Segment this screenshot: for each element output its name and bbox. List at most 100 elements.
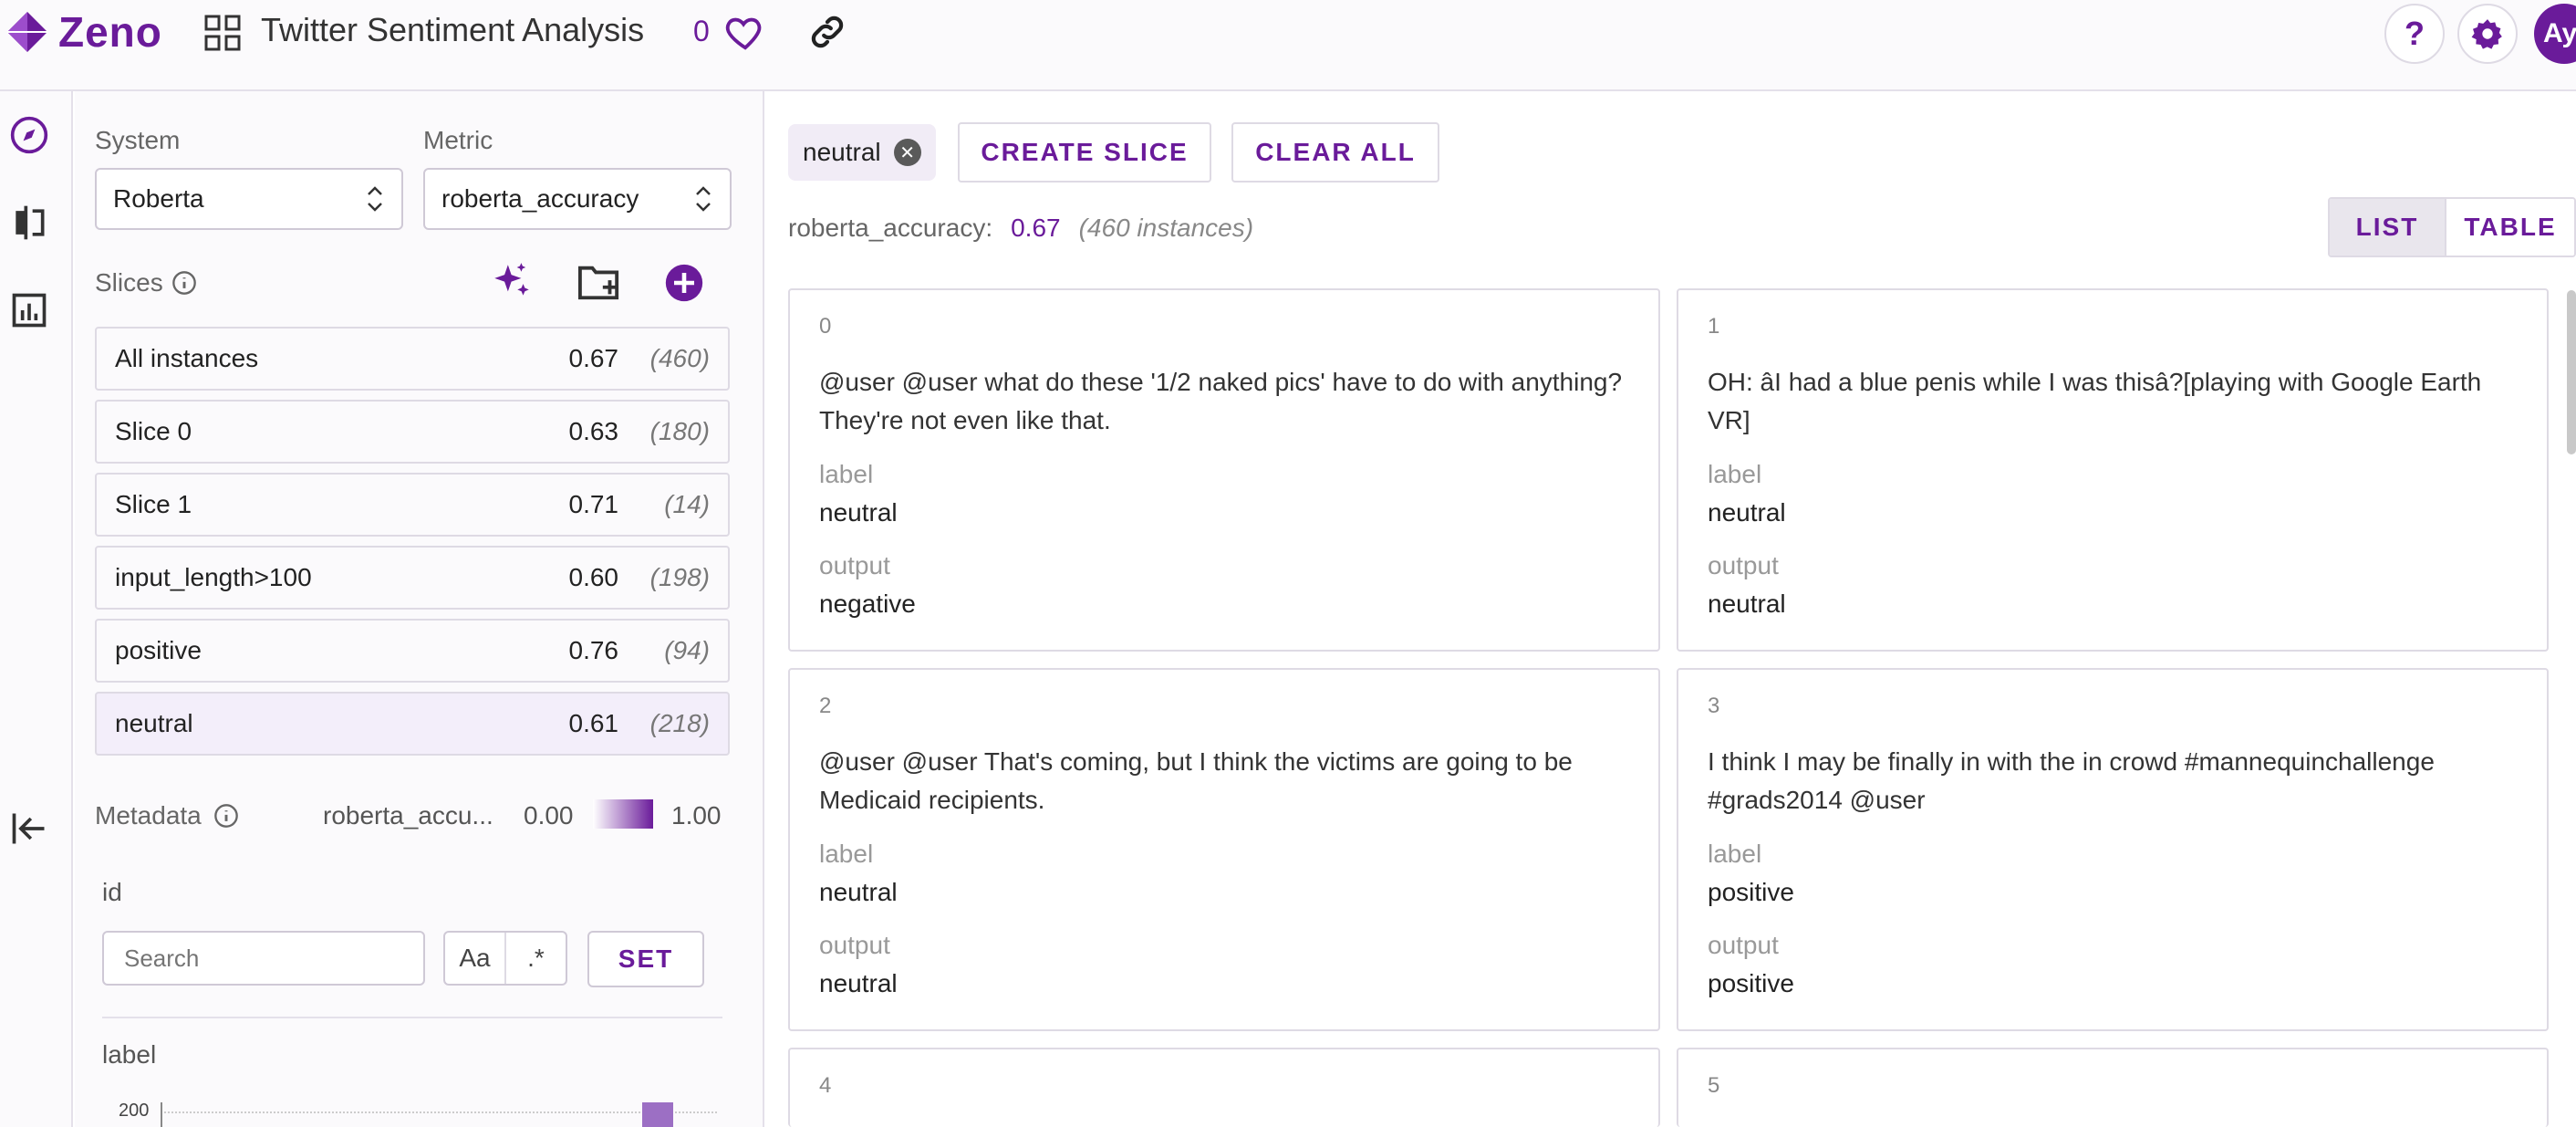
slice-name: All instances bbox=[115, 344, 259, 372]
chart-icon[interactable] bbox=[9, 290, 49, 330]
card-text: OH: âI had a blue penis while I was this… bbox=[1708, 368, 2482, 434]
card-output-title: output bbox=[1708, 931, 1779, 959]
slice-row-slice-1[interactable]: Slice 1 0.71 (14) bbox=[95, 473, 730, 537]
card-label-title: label bbox=[819, 460, 874, 488]
chart-y-axis bbox=[161, 1102, 162, 1127]
set-button[interactable]: SET bbox=[587, 931, 704, 987]
card-index: 2 bbox=[819, 694, 832, 718]
color-scale-bar bbox=[593, 799, 653, 829]
heart-icon[interactable] bbox=[724, 11, 766, 53]
id-field-label: id bbox=[102, 878, 122, 906]
metric-value: 0.67 bbox=[1011, 214, 1061, 242]
like-count: 0 bbox=[693, 15, 710, 47]
clear-all-button[interactable]: CLEAR ALL bbox=[1231, 122, 1439, 183]
instance-card[interactable]: 4 bbox=[788, 1048, 1660, 1127]
user-avatar[interactable]: Ay bbox=[2534, 4, 2576, 64]
card-label-title: label bbox=[1708, 460, 1762, 488]
project-title: Twitter Sentiment Analysis bbox=[261, 11, 645, 48]
main-panel: neutral ✕ CREATE SLICE CLEAR ALL roberta… bbox=[766, 91, 2576, 1127]
case-sensitive-toggle[interactable]: Aa bbox=[445, 933, 504, 984]
card-output-title: output bbox=[819, 931, 890, 959]
card-index: 5 bbox=[1708, 1073, 1720, 1098]
new-folder-icon[interactable] bbox=[576, 261, 622, 303]
slices-label: Slices bbox=[95, 268, 163, 297]
slice-name: positive bbox=[115, 636, 202, 664]
sparkle-icon[interactable] bbox=[489, 259, 535, 305]
regex-toggle[interactable]: .* bbox=[504, 933, 566, 984]
card-label-title: label bbox=[1708, 840, 1762, 868]
instance-card[interactable]: 1 OH: âI had a blue penis while I was th… bbox=[1677, 288, 2549, 652]
list-view-button[interactable]: LIST bbox=[2330, 199, 2446, 256]
metadata-metric-name: roberta_accu... bbox=[323, 801, 493, 830]
chart-bar[interactable] bbox=[642, 1102, 673, 1127]
card-output-value: neutral bbox=[1708, 590, 1786, 618]
grid-icon[interactable] bbox=[204, 15, 241, 51]
settings-button[interactable] bbox=[2457, 4, 2518, 64]
add-slice-icon[interactable] bbox=[664, 263, 704, 303]
card-label-value: neutral bbox=[1708, 498, 1786, 527]
brand-name: Zeno bbox=[58, 8, 162, 56]
slice-row-neutral[interactable]: neutral 0.61 (218) bbox=[95, 692, 730, 756]
card-index: 0 bbox=[819, 314, 832, 339]
view-toggle: LIST TABLE bbox=[2328, 197, 2576, 257]
slice-value: 0.76 bbox=[568, 636, 619, 664]
card-label-value: neutral bbox=[819, 878, 898, 906]
chart-gridline bbox=[161, 1111, 717, 1113]
instance-card[interactable]: 0 @user @user what do these '1/2 naked p… bbox=[788, 288, 1660, 652]
metadata-label: Metadata bbox=[95, 801, 202, 830]
slice-row-slice-0[interactable]: Slice 0 0.63 (180) bbox=[95, 400, 730, 464]
card-text: @user @user what do these '1/2 naked pic… bbox=[819, 368, 1623, 434]
zeno-logo[interactable]: Zeno bbox=[5, 7, 162, 57]
close-icon[interactable]: ✕ bbox=[893, 139, 921, 166]
slice-count: (180) bbox=[649, 417, 710, 445]
instance-card[interactable]: 5 bbox=[1677, 1048, 2549, 1127]
slice-name: neutral bbox=[115, 709, 193, 737]
compass-icon[interactable] bbox=[9, 115, 49, 155]
filter-chip[interactable]: neutral ✕ bbox=[788, 124, 936, 181]
card-index: 3 bbox=[1708, 694, 1720, 718]
slice-row-all-instances[interactable]: All instances 0.67 (460) bbox=[95, 327, 730, 391]
nav-rail bbox=[0, 91, 73, 1127]
instance-card[interactable]: 3 I think I may be finally in with the i… bbox=[1677, 668, 2549, 1031]
slice-value: 0.61 bbox=[568, 709, 619, 737]
link-icon[interactable] bbox=[806, 11, 848, 53]
compare-icon[interactable] bbox=[9, 203, 49, 243]
help-button[interactable]: ? bbox=[2384, 4, 2445, 64]
table-view-button[interactable]: TABLE bbox=[2446, 199, 2574, 256]
filter-chip-label: neutral bbox=[803, 138, 881, 166]
divider bbox=[102, 1017, 722, 1018]
chart-y-tick: 200 bbox=[119, 1101, 150, 1121]
label-field-label: label bbox=[102, 1040, 157, 1069]
system-select-value: Roberta bbox=[113, 184, 204, 213]
metric-label: Metric bbox=[423, 126, 493, 154]
card-index: 1 bbox=[1708, 314, 1720, 339]
metric-name: roberta_accuracy: bbox=[788, 214, 993, 242]
main-scrollbar[interactable] bbox=[2567, 290, 2576, 454]
metric-select-value: roberta_accuracy bbox=[441, 184, 639, 213]
system-label: System bbox=[95, 126, 181, 154]
card-text: I think I may be finally in with the in … bbox=[1708, 747, 2435, 814]
slice-value: 0.67 bbox=[568, 344, 619, 372]
card-label-value: neutral bbox=[819, 498, 898, 527]
info-icon[interactable] bbox=[213, 803, 239, 829]
info-icon[interactable] bbox=[171, 270, 197, 296]
search-options: Aa .* bbox=[443, 931, 567, 986]
slice-value: 0.60 bbox=[568, 563, 619, 591]
create-slice-button[interactable]: CREATE SLICE bbox=[958, 122, 1211, 183]
slice-row-input-length[interactable]: input_length>100 0.60 (198) bbox=[95, 546, 730, 610]
id-search-input[interactable] bbox=[102, 931, 425, 986]
slice-name: input_length>100 bbox=[115, 563, 312, 591]
zeno-logo-icon bbox=[7, 12, 47, 52]
instance-card[interactable]: 2 @user @user That's coming, but I think… bbox=[788, 668, 1660, 1031]
metric-select[interactable]: roberta_accuracy bbox=[423, 168, 732, 230]
slice-count: (94) bbox=[664, 636, 710, 664]
scale-max: 1.00 bbox=[671, 801, 722, 830]
system-select[interactable]: Roberta bbox=[95, 168, 403, 230]
card-output-value: neutral bbox=[819, 969, 898, 997]
slice-count: (14) bbox=[664, 490, 710, 518]
scale-min: 0.00 bbox=[524, 801, 574, 830]
app-header: Zeno Twitter Sentiment Analysis 0 ? Ay bbox=[0, 0, 2576, 91]
collapse-sidebar-icon[interactable] bbox=[9, 809, 49, 849]
card-label-value: positive bbox=[1708, 878, 1794, 906]
slice-row-positive[interactable]: positive 0.76 (94) bbox=[95, 619, 730, 683]
